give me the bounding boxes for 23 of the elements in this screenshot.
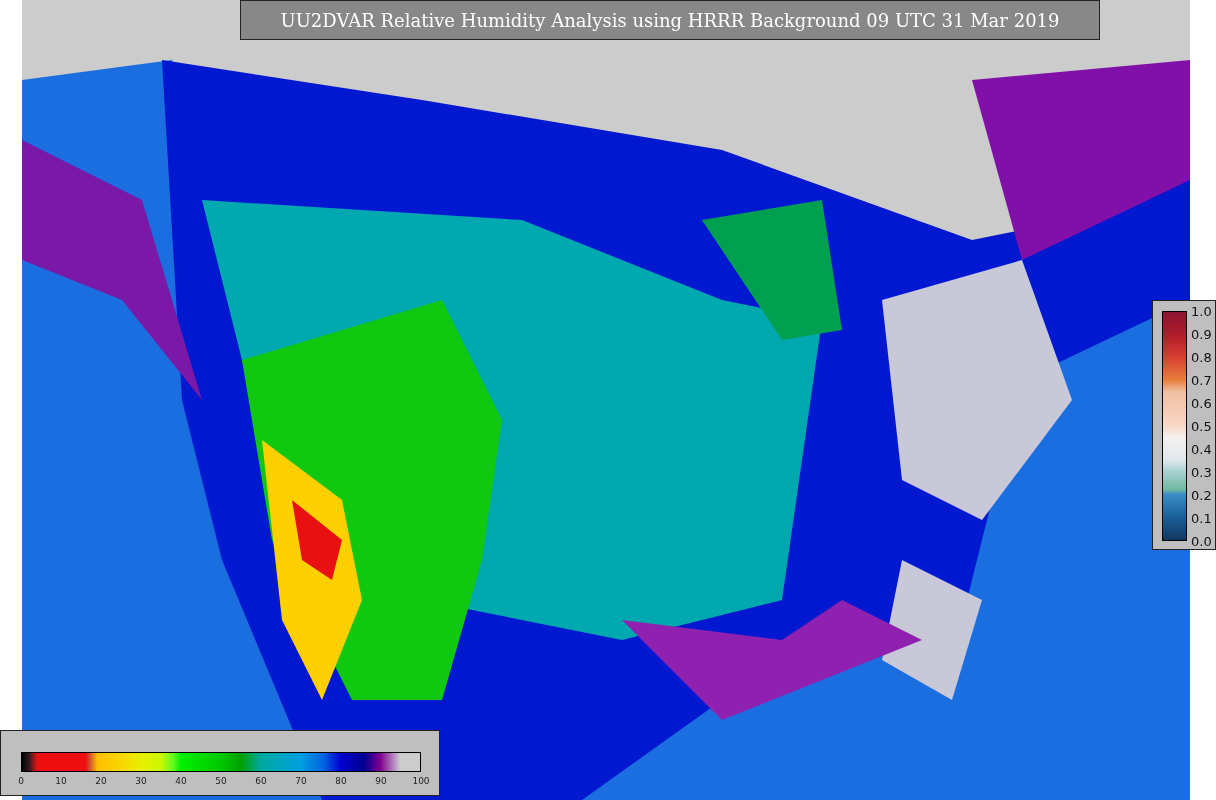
tick-label: 70 [294, 776, 308, 786]
tick-label: 0.9 [1191, 326, 1212, 344]
tick-label: 0.6 [1191, 395, 1212, 413]
tick-label: 20 [94, 776, 108, 786]
map-title: UU2DVAR Relative Humidity Analysis using HRRR Background 09 UTC 31 Mar 2019 [240, 0, 1100, 40]
tick-label: 0 [17, 776, 25, 786]
tick-label: 50 [214, 776, 228, 786]
tick-label: 1.0 [1191, 303, 1212, 321]
tick-label: 0.4 [1191, 441, 1212, 459]
tick-label: 80 [334, 776, 348, 786]
tick-label: 0.0 [1191, 533, 1212, 551]
tick-label: 0.7 [1191, 372, 1212, 390]
tick-label: 0.5 [1191, 418, 1212, 436]
tick-label: 40 [174, 776, 188, 786]
tick-label: 90 [374, 776, 388, 786]
tick-label: 0.1 [1191, 510, 1212, 528]
tick-label: 100 [411, 776, 431, 786]
tick-label: 30 [134, 776, 148, 786]
tick-label: 0.2 [1191, 487, 1212, 505]
tick-label: 0.8 [1191, 349, 1212, 367]
tick-label: 60 [254, 776, 268, 786]
tick-label: 0.3 [1191, 464, 1212, 482]
tick-label: 10 [54, 776, 68, 786]
